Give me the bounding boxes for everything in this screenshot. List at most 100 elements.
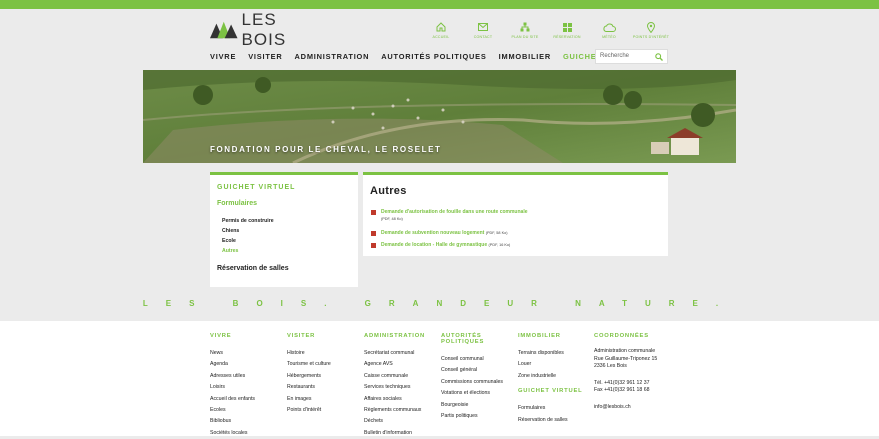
footer-heading[interactable]: AUTORITÉS POLITIQUES	[441, 333, 517, 345]
footer-link[interactable]: Hébergements	[287, 371, 363, 382]
sidebar-item-ecole[interactable]: Ecole	[222, 236, 274, 246]
footer-link[interactable]: Services techniques	[364, 382, 440, 393]
footer-link[interactable]: Agenda	[210, 359, 286, 370]
quicklink-label: Points d'intérêt	[632, 35, 670, 39]
site-motto: LES BOIS. GRANDEUR NATURE.	[142, 299, 737, 308]
footer-phone[interactable]: Tél. +41(0)32 961 12 37	[594, 380, 670, 388]
document-link[interactable]: Demande de subvention nouveau logement (…	[371, 230, 571, 237]
main-content: Autres Demande d'autorisation de fouille…	[363, 172, 668, 256]
sidebar-item-chiens[interactable]: Chiens	[222, 226, 274, 236]
footer-link[interactable]: Commissions communales	[441, 377, 517, 388]
footer-address-line: 2336 Les Bois	[594, 363, 627, 370]
footer-email-link[interactable]: info@lesbois.ch	[594, 404, 670, 412]
home-icon	[436, 22, 446, 32]
sidebar-title: GUICHET VIRTUEL	[217, 184, 296, 191]
site-name: LES BOIS	[241, 10, 287, 49]
footer-link[interactable]: News	[210, 348, 286, 359]
footer-heading[interactable]: GUICHET VIRTUEL	[518, 388, 594, 394]
footer-link[interactable]: Conseil général	[441, 365, 517, 376]
footer-link[interactable]: Déchets	[364, 416, 440, 427]
site-header: LES BOIS Accueil Contact Plan du site Ré…	[0, 9, 879, 70]
footer-link[interactable]: Caisse communale	[364, 371, 440, 382]
sidebar-item-autres[interactable]: Autres	[222, 246, 274, 256]
footer-link[interactable]: Votations et élections	[441, 388, 517, 399]
footer-link[interactable]: Terrains disponibles	[518, 348, 594, 359]
site-logo[interactable]: LES BOIS	[210, 10, 320, 49]
search-input[interactable]: Recherche	[595, 49, 668, 64]
cloud-icon	[602, 23, 616, 32]
nav-immobilier[interactable]: IMMOBILIER	[499, 52, 551, 61]
footer-link[interactable]: Louer	[518, 359, 594, 370]
footer-col-vivre: VIVRE News Agenda Adresses utiles Loisir…	[210, 333, 286, 439]
footer-link[interactable]: Agence AVS	[364, 359, 440, 370]
quicklink-accueil[interactable]: Accueil	[420, 21, 462, 39]
top-accent-bar	[0, 0, 879, 9]
document-link[interactable]: Demande de location - Halle de gymnastiq…	[371, 242, 571, 249]
footer-heading[interactable]: ADMINISTRATION	[364, 333, 440, 339]
search-placeholder: Recherche	[600, 53, 630, 59]
document-title: Demande d'autorisation de fouille dans u…	[381, 209, 528, 215]
nav-visiter[interactable]: VISITER	[248, 52, 282, 61]
nav-autorites-politiques[interactable]: AUTORITÉS POLITIQUES	[381, 52, 486, 61]
footer-link[interactable]: Formulaires	[518, 403, 594, 414]
sitemap-icon	[520, 22, 530, 32]
footer-link[interactable]: Restaurants	[287, 382, 363, 393]
quicklink-label: Accueil	[432, 35, 450, 39]
footer-link[interactable]: Règlements communaux	[364, 405, 440, 416]
quicklink-reservation[interactable]: Réservation	[546, 21, 588, 39]
footer-link[interactable]: Points d'intérêt	[287, 405, 363, 416]
location-pin-icon	[647, 21, 655, 33]
pdf-icon	[371, 243, 376, 248]
hero-title: FONDATION POUR LE CHEVAL, LE ROSELET	[210, 145, 442, 154]
search-icon[interactable]	[655, 53, 663, 61]
grid-icon	[562, 22, 572, 32]
footer-heading[interactable]: VISITER	[287, 333, 363, 339]
sidebar-item-permis[interactable]: Permis de construire	[222, 216, 274, 226]
footer-heading[interactable]: IMMOBILIER	[518, 333, 594, 339]
footer-heading[interactable]: VIVRE	[210, 333, 286, 339]
quicklink-contact[interactable]: Contact	[462, 21, 504, 39]
footer-address-line: Administration communale	[594, 348, 656, 354]
footer-link[interactable]: Bourgeoisie	[441, 400, 517, 411]
nav-vivre[interactable]: VIVRE	[210, 52, 236, 61]
footer-col-immobilier: IMMOBILIER Terrains disponibles Louer Zo…	[518, 333, 594, 426]
footer-link[interactable]: Bulletin d'information	[364, 428, 440, 439]
sidebar-reservation-link[interactable]: Réservation de salles	[217, 265, 289, 272]
site-footer: VIVRE News Agenda Adresses utiles Loisir…	[0, 321, 879, 436]
sidebar-formulaires-link[interactable]: Formulaires	[217, 200, 257, 207]
document-title: Demande de location - Halle de gymnastiq…	[381, 242, 488, 248]
footer-link[interactable]: En images	[287, 394, 363, 405]
footer-link[interactable]: Affaires sociales	[364, 394, 440, 405]
footer-link[interactable]: Zone industrielle	[518, 371, 594, 382]
footer-link[interactable]: Loisirs	[210, 382, 286, 393]
quicklink-label: Plan du site	[511, 35, 539, 39]
footer-link[interactable]: Sociétés locales	[210, 428, 286, 439]
footer-col-autorites: AUTORITÉS POLITIQUES Conseil communal Co…	[441, 333, 517, 422]
footer-fax: Fax +41(0)32 961 18 68	[594, 387, 650, 394]
nav-administration[interactable]: ADMINISTRATION	[295, 52, 370, 61]
quicklink-label: Contact	[473, 35, 493, 39]
quicklink-meteo[interactable]: Météo	[588, 21, 630, 39]
main-nav: VIVRE VISITER ADMINISTRATION AUTORITÉS P…	[210, 52, 654, 61]
footer-link[interactable]: Réservation de salles	[518, 415, 594, 426]
footer-link[interactable]: Bibliobus	[210, 416, 286, 427]
footer-link[interactable]: Accueil des enfants	[210, 394, 286, 405]
quicklink-plan-du-site[interactable]: Plan du site	[504, 21, 546, 39]
pdf-icon	[371, 231, 376, 236]
footer-link[interactable]: Ecoles	[210, 405, 286, 416]
footer-link[interactable]: Adresses utiles	[210, 371, 286, 382]
footer-heading: COORDONNÉES	[594, 333, 649, 339]
footer-link[interactable]: Conseil communal	[441, 354, 517, 365]
footer-col-administration: ADMINISTRATION Secrétariat communal Agen…	[364, 333, 440, 439]
footer-address-line: Rue Guillaume-Triponez 15	[594, 355, 658, 362]
footer-link[interactable]: Histoire	[287, 348, 363, 359]
footer-link[interactable]: Partis politiques	[441, 411, 517, 422]
footer-link[interactable]: Tourisme et culture	[287, 359, 363, 370]
document-link[interactable]: Demande d'autorisation de fouille dans u…	[371, 209, 531, 223]
sidebar: GUICHET VIRTUEL Formulaires Permis de co…	[210, 172, 358, 287]
footer-link[interactable]: Secrétariat communal	[364, 348, 440, 359]
quicklink-label: Météo	[602, 35, 616, 39]
document-meta: (PDF, 58 Ko)	[485, 231, 508, 235]
quicklink-points-interet[interactable]: Points d'intérêt	[630, 21, 672, 39]
quicklink-label: Réservation	[553, 35, 581, 39]
